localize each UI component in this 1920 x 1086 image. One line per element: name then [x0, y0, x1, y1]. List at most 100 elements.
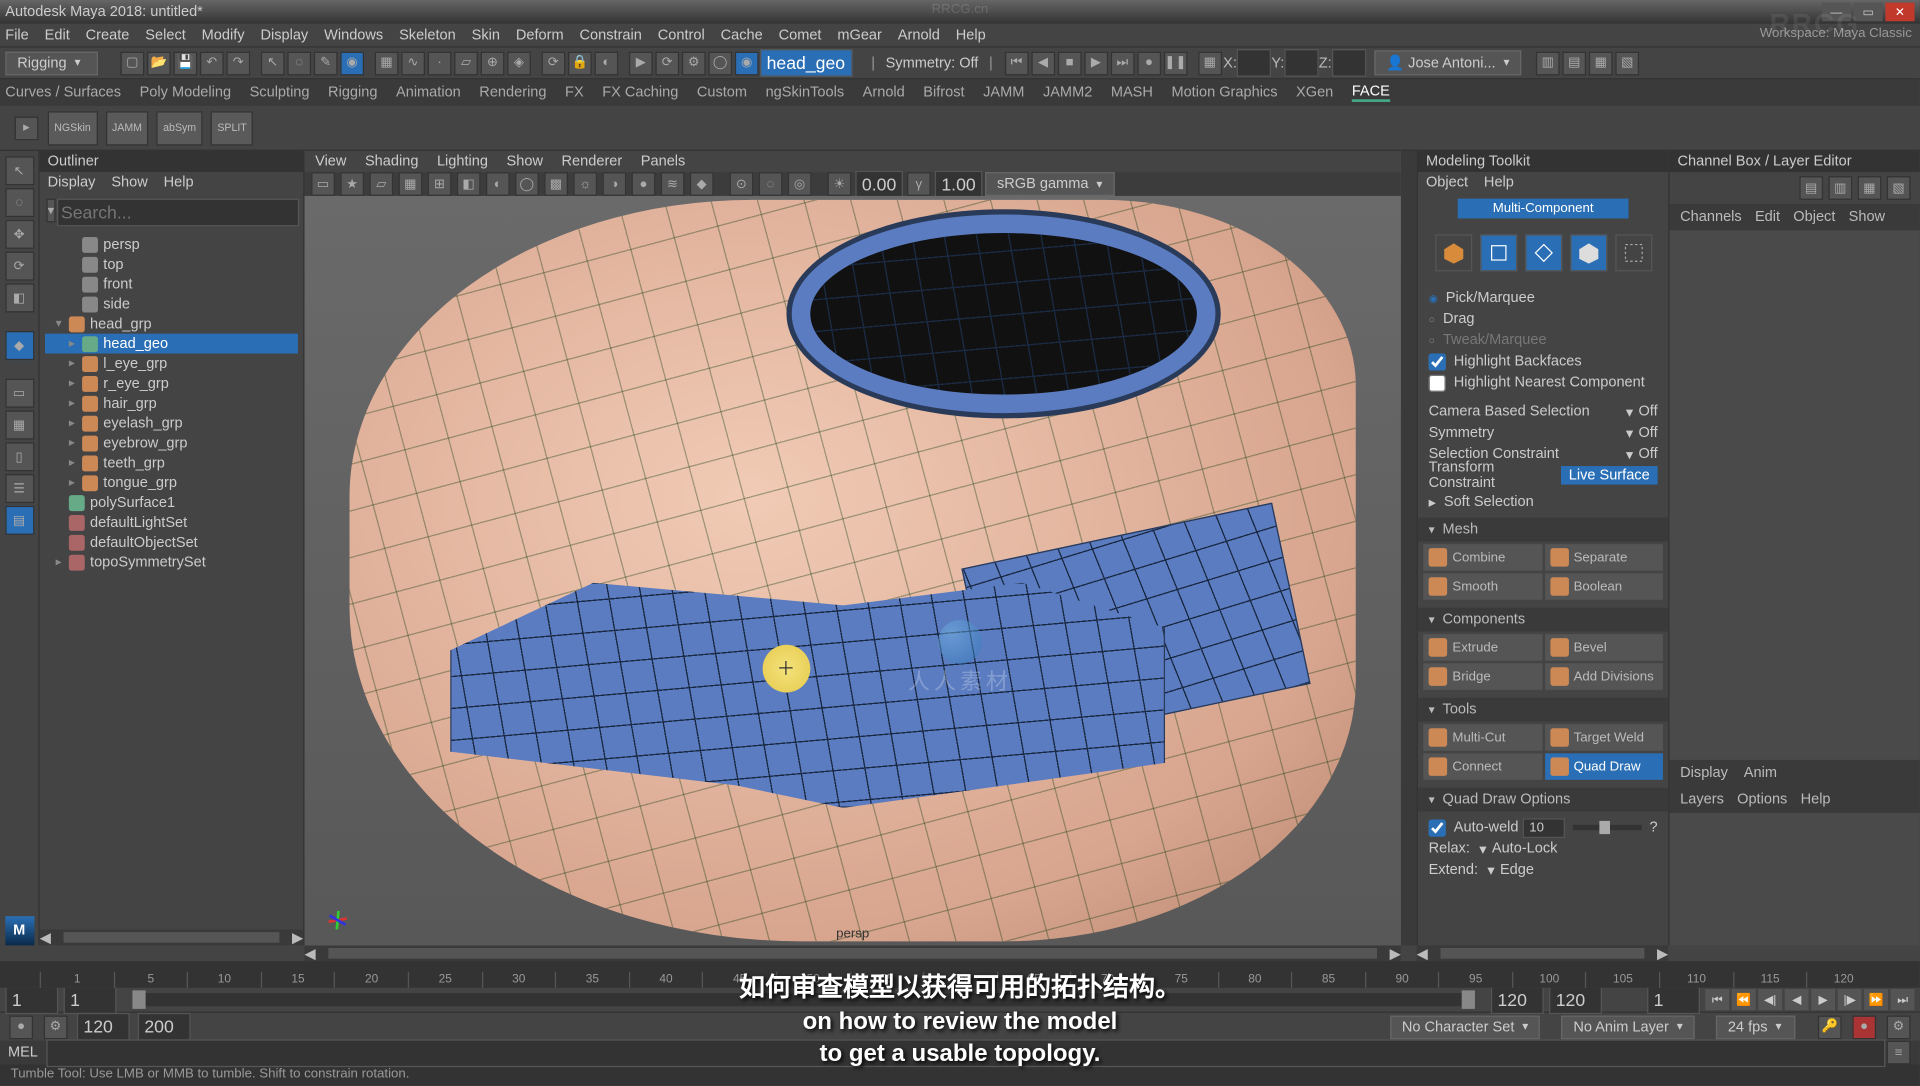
- chbox-icon-a[interactable]: ▤: [1799, 176, 1823, 200]
- stop-icon[interactable]: ■: [1058, 51, 1082, 75]
- tools-section[interactable]: Tools: [1418, 698, 1668, 722]
- selconst-value[interactable]: Off: [1638, 446, 1657, 462]
- vp-exposure-icon[interactable]: ☀: [828, 172, 852, 196]
- range-slider[interactable]: [132, 993, 1475, 1006]
- outliner-item[interactable]: ▸l_eye_grp: [45, 354, 298, 374]
- vp-xray-joints-icon[interactable]: ◎: [788, 172, 812, 196]
- render-icon[interactable]: ▶: [629, 51, 653, 75]
- prev-key-button[interactable]: ◀|: [1758, 989, 1782, 1010]
- chbox-layers-tab[interactable]: Layers: [1680, 792, 1724, 808]
- shelf-tab[interactable]: MASH: [1111, 85, 1153, 101]
- add-divisions-button[interactable]: Add Divisions: [1544, 663, 1662, 689]
- vp-gamma-value[interactable]: [935, 170, 983, 198]
- paint-select-icon[interactable]: ✎: [314, 51, 338, 75]
- play-end-icon[interactable]: ⏭: [1111, 51, 1135, 75]
- layout-two[interactable]: ▯: [5, 442, 34, 471]
- vp-isolate-icon[interactable]: ⊙: [730, 172, 754, 196]
- outliner-scrollbar[interactable]: ◀▶: [40, 929, 303, 945]
- outliner-item[interactable]: ▸topoSymmetrySet: [45, 552, 298, 572]
- step-back-button[interactable]: ⏪: [1732, 989, 1756, 1010]
- menu-cache[interactable]: Cache: [721, 27, 763, 43]
- viewport-h-scrollbar[interactable]: ◀▶: [305, 945, 1401, 961]
- layout-single[interactable]: ▭: [5, 379, 34, 408]
- outliner-item[interactable]: ▸tongue_grp: [45, 473, 298, 493]
- play-rewind-icon[interactable]: ⏮: [1005, 51, 1029, 75]
- step-fwd-button[interactable]: ⏩: [1864, 989, 1888, 1010]
- autoweld-value[interactable]: [1523, 818, 1565, 838]
- quad-draw-section[interactable]: Quad Draw Options: [1418, 788, 1668, 812]
- outliner-item[interactable]: polySurface1: [45, 493, 298, 513]
- go-start-button[interactable]: ⏮: [1705, 989, 1729, 1010]
- scale-tool[interactable]: ◧: [5, 283, 34, 312]
- shelf-tab[interactable]: Custom: [697, 85, 747, 101]
- outliner-item[interactable]: ▸eyebrow_grp: [45, 433, 298, 453]
- object-mode-icon[interactable]: [1435, 234, 1472, 271]
- transconst-value[interactable]: Live Surface: [1561, 466, 1658, 485]
- chbox-tab[interactable]: Object: [1793, 209, 1835, 225]
- vp-film-gate-icon[interactable]: ⊞: [428, 172, 452, 196]
- history-icon[interactable]: ⟳: [542, 51, 566, 75]
- lock-icon[interactable]: 🔒: [568, 51, 592, 75]
- outliner-item[interactable]: side: [45, 294, 298, 314]
- coord-z-input[interactable]: [1332, 49, 1366, 77]
- outliner-item[interactable]: ▸r_eye_grp: [45, 373, 298, 393]
- last-tool[interactable]: ◆: [5, 331, 34, 360]
- chbox-tab[interactable]: Show: [1849, 209, 1885, 225]
- charset-dropdown[interactable]: No Character Set: [1390, 1015, 1540, 1039]
- live-surface-icon[interactable]: ◈: [507, 51, 531, 75]
- vp-menu[interactable]: Show: [507, 154, 543, 170]
- play-back-icon[interactable]: ◀: [1031, 51, 1055, 75]
- vp-menu[interactable]: View: [315, 154, 346, 170]
- shelf-tab[interactable]: JAMM2: [1043, 85, 1092, 101]
- vp-bookmark-icon[interactable]: ★: [340, 172, 364, 196]
- drag-radio[interactable]: Drag: [1429, 308, 1658, 329]
- shelf-tab[interactable]: Motion Graphics: [1171, 85, 1277, 101]
- vp-shadows-icon[interactable]: ◑: [602, 172, 626, 196]
- vp-image-plane-icon[interactable]: ▱: [369, 172, 393, 196]
- snap-grid-icon[interactable]: ▦: [375, 51, 399, 75]
- menu-edit[interactable]: Edit: [45, 27, 70, 43]
- menu-modify[interactable]: Modify: [202, 27, 245, 43]
- target-weld-button[interactable]: Target Weld: [1544, 724, 1662, 750]
- shelf-tab[interactable]: XGen: [1296, 85, 1333, 101]
- layout-four[interactable]: ▦: [5, 410, 34, 439]
- undo-button[interactable]: ↶: [200, 51, 224, 75]
- menu-control[interactable]: Control: [658, 27, 705, 43]
- shelf-tab[interactable]: FX Caching: [602, 85, 678, 101]
- shelf-tab[interactable]: Sculpting: [250, 85, 310, 101]
- autokey-button[interactable]: ●: [9, 1015, 33, 1039]
- vp-smooth-icon[interactable]: ◯: [515, 172, 539, 196]
- separate-button[interactable]: Separate: [1544, 544, 1662, 570]
- mtk-h-scrollbar[interactable]: ◀▶: [1417, 945, 1669, 961]
- vp-menu[interactable]: Renderer: [562, 154, 623, 170]
- outliner-menu[interactable]: Show: [111, 175, 147, 191]
- shelf-tab[interactable]: Animation: [396, 85, 461, 101]
- shelf-item[interactable]: abSym: [157, 111, 203, 145]
- vp-gate-mask-icon[interactable]: ◧: [457, 172, 481, 196]
- shelf-tab[interactable]: ngSkinTools: [766, 85, 845, 101]
- vp-exposure-value[interactable]: [855, 170, 903, 198]
- script-editor-icon[interactable]: ≡: [1887, 1041, 1911, 1065]
- coord-x-input[interactable]: [1237, 49, 1271, 77]
- render-settings-icon[interactable]: ⚙: [682, 51, 706, 75]
- shelf-item[interactable]: NGSkin: [48, 111, 98, 145]
- animlayer-dropdown[interactable]: No Anim Layer: [1561, 1015, 1694, 1039]
- shelf-tab-active[interactable]: FACE: [1352, 83, 1390, 102]
- vertex-mode-icon[interactable]: [1480, 234, 1517, 271]
- shelf-tab[interactable]: Bifrost: [923, 85, 964, 101]
- outliner-item[interactable]: top: [45, 254, 298, 274]
- chbox-icon-b[interactable]: ▥: [1828, 176, 1852, 200]
- mtk-menu[interactable]: Help: [1484, 175, 1514, 191]
- range-end2[interactable]: [1549, 986, 1602, 1014]
- outliner-menu[interactable]: Help: [164, 175, 194, 191]
- anim-prefs-button[interactable]: ⚙: [44, 1015, 68, 1039]
- chbox-icon-c[interactable]: ▦: [1858, 176, 1882, 200]
- soft-selection-toggle[interactable]: ▸Soft Selection: [1418, 491, 1668, 512]
- layout-persp-outliner[interactable]: ▤: [5, 506, 34, 535]
- menu-create[interactable]: Create: [86, 27, 130, 43]
- chbox-icon-d[interactable]: ▧: [1887, 176, 1911, 200]
- multicut-button[interactable]: Multi-Cut: [1423, 724, 1541, 750]
- menu-constrain[interactable]: Constrain: [580, 27, 642, 43]
- shelf-toggle-icon[interactable]: ▸: [15, 116, 39, 140]
- shelf-tab[interactable]: Rigging: [328, 85, 377, 101]
